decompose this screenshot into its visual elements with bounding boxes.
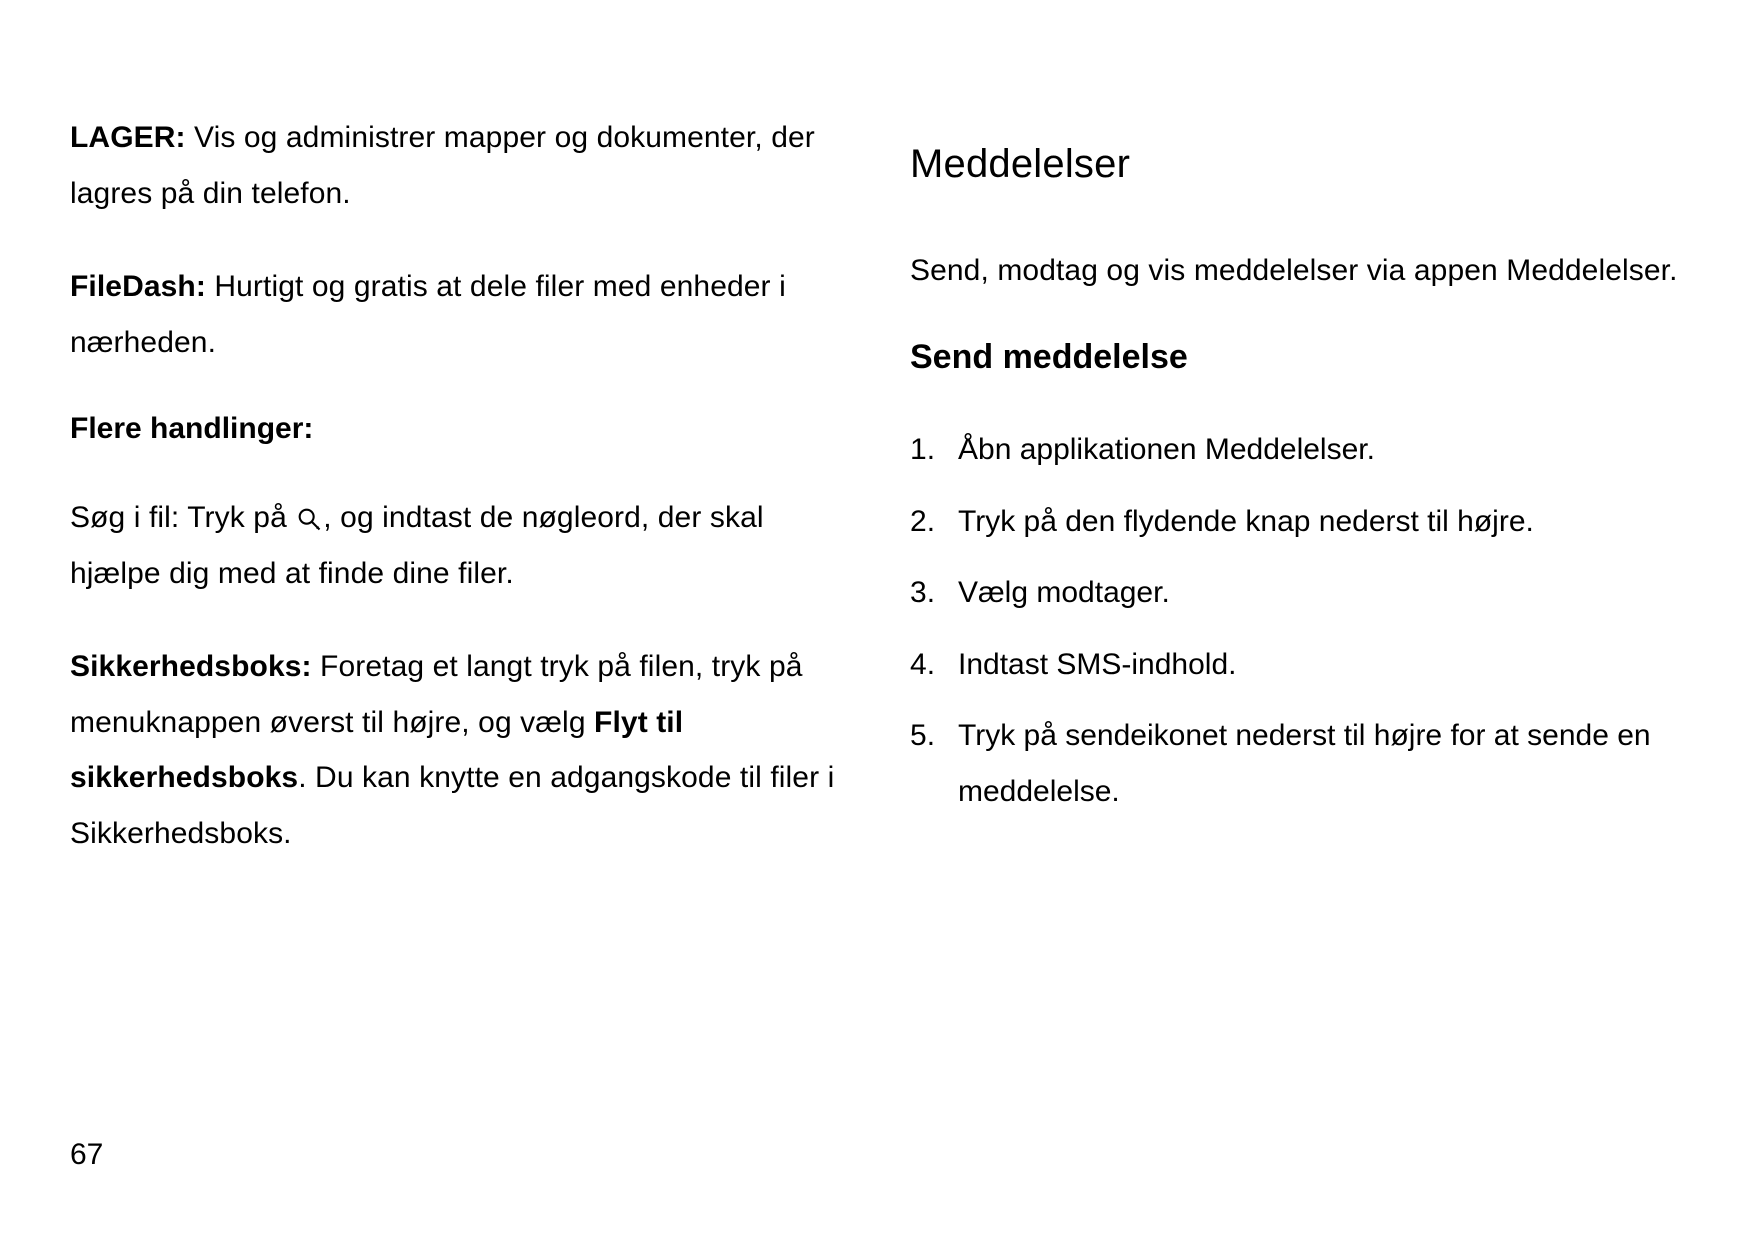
list-item: Tryk på sendeikonet nederst til højre fo… xyxy=(910,708,1680,819)
search-paragraph: Søg i fil: Tryk på , og indtast de nøgle… xyxy=(70,490,840,601)
right-column: Meddelelser Send, modtag og vis meddelel… xyxy=(910,110,1680,899)
subheading-send-meddelelse: Send meddelelse xyxy=(910,337,1680,378)
section-title-meddelelser: Meddelelser xyxy=(910,140,1680,188)
document-page: LAGER: Vis og administrer mapper og doku… xyxy=(0,0,1755,1240)
filedash-label: FileDash: xyxy=(70,270,206,303)
meddelelser-intro: Send, modtag og vis meddelelser via appe… xyxy=(910,243,1680,299)
two-column-layout: LAGER: Vis og administrer mapper og doku… xyxy=(70,110,1685,899)
list-item: Indtast SMS-indhold. xyxy=(910,637,1680,693)
list-item: Vælg modtager. xyxy=(910,565,1680,621)
safebox-label: Sikkerhedsboks: xyxy=(70,650,312,683)
search-prefix: Søg i fil: Tryk på xyxy=(70,501,295,534)
left-column: LAGER: Vis og administrer mapper og doku… xyxy=(70,110,840,899)
more-actions-heading: Flere handlinger: xyxy=(70,408,840,450)
lager-paragraph: LAGER: Vis og administrer mapper og doku… xyxy=(70,110,840,221)
lager-label: LAGER: xyxy=(70,121,186,154)
list-item: Tryk på den flydende knap nederst til hø… xyxy=(910,494,1680,550)
filedash-paragraph: FileDash: Hurtigt og gratis at dele file… xyxy=(70,259,840,370)
search-icon xyxy=(295,496,323,524)
page-number: 67 xyxy=(70,1138,103,1172)
safebox-paragraph: Sikkerhedsboks: Foretag et langt tryk på… xyxy=(70,639,840,861)
list-item: Åbn applikationen Meddelelser. xyxy=(910,422,1680,478)
send-steps-list: Åbn applikationen Meddelelser. Tryk på d… xyxy=(910,422,1680,819)
